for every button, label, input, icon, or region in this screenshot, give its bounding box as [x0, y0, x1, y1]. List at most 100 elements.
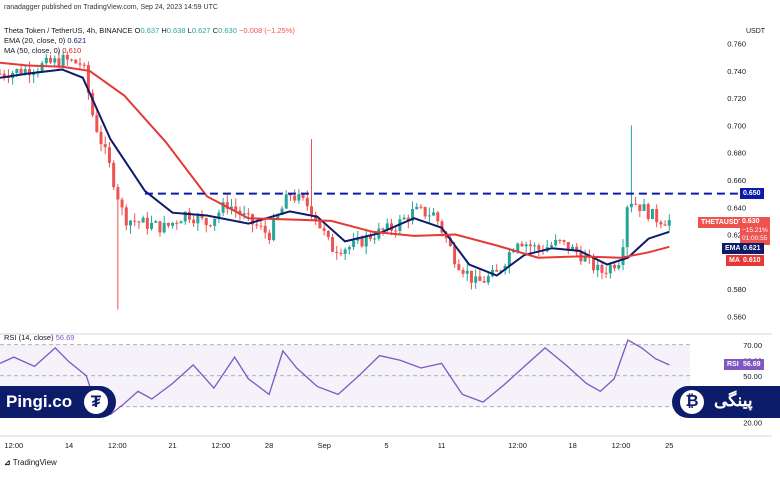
candle-body [554, 239, 558, 246]
candle-body [604, 272, 608, 274]
price-tick-label: 0.660 [727, 176, 746, 185]
publisher-line: ranadagger published on TradingView.com,… [4, 4, 218, 11]
candle-body [461, 269, 465, 274]
candle-body [625, 207, 629, 248]
candle-body [19, 68, 23, 75]
candle-body [82, 64, 86, 66]
candle-body [642, 204, 646, 211]
candle-body [381, 228, 385, 230]
candle-body [175, 222, 179, 224]
candle-body [507, 252, 511, 266]
symbol-name: Theta Token / TetherUS, 4h, BINANCE [4, 26, 133, 35]
candle-body [120, 199, 124, 208]
candle-body [95, 115, 99, 132]
ma-value-tag: 0.610 [740, 255, 764, 266]
time-tick-label: 25 [665, 441, 673, 450]
candle-body [284, 194, 288, 209]
candle-body [141, 217, 145, 223]
candle-body [549, 245, 553, 248]
time-tick-label: 12:00 [612, 441, 631, 450]
price-tick-label: 0.560 [727, 312, 746, 321]
candle-body [297, 194, 301, 201]
candle-body [634, 203, 638, 205]
footer-text: TradingView [12, 458, 57, 467]
candle-body [613, 264, 617, 269]
candle-body [419, 206, 423, 208]
price-chart: 0.5600.5800.6000.6200.6400.6600.6800.700… [0, 40, 772, 450]
time-tick-label: 12:00 [108, 441, 127, 450]
candle-body [15, 68, 19, 73]
price-tick-label: 0.740 [727, 67, 746, 76]
candle-body [394, 230, 398, 232]
candle-body [352, 240, 356, 248]
candle-body [128, 220, 132, 226]
brand-name: Pingi.co [6, 392, 73, 411]
rsi-value-tag: 56.69 [740, 359, 764, 370]
candle-body [70, 59, 74, 61]
rsi-tick-label: 70.00 [743, 341, 762, 350]
candle-body [154, 221, 158, 223]
candle-body [402, 217, 406, 220]
candle-body [74, 59, 78, 64]
candle-body [638, 204, 642, 211]
rsi-legend: RSI (14, close) 56.69 [4, 333, 75, 342]
price-tick-label: 0.760 [727, 40, 746, 49]
rsi-tick-label: 20.00 [743, 418, 762, 427]
candle-body [457, 264, 461, 270]
currency-label: USDT [746, 28, 766, 35]
candle-body [137, 221, 141, 223]
candle-body [373, 238, 377, 240]
candle-body [469, 270, 473, 283]
candle-body [432, 212, 436, 216]
price-tag: 0.630 −15.21% 01:00:55 [740, 217, 770, 245]
candle-body [528, 244, 532, 246]
candle-body [99, 131, 103, 145]
tradingview-footer: ⊿ TradingView [4, 458, 57, 467]
time-tick-label: 12:00 [508, 441, 527, 450]
candle-body [533, 245, 537, 247]
ohlc-change: −0.008 (−1.25%) [239, 26, 295, 35]
candle-body [179, 221, 183, 224]
candle-body [65, 54, 69, 60]
candle-body [331, 237, 335, 252]
candle-body [196, 215, 200, 224]
brand-banner-left: Pingi.co ₮ [0, 386, 116, 418]
ma-legend: MA (50, close, 0) 0.610 [4, 46, 82, 55]
candle-body [646, 204, 650, 220]
candle-body [465, 270, 469, 274]
time-axis: 12:00 14 12:00 21 12:00 28 Sep 5 11 12:00 18 12:00 2… [4, 441, 673, 450]
ohlc-o: O0.637 [134, 26, 160, 35]
candle-body [259, 225, 263, 227]
candle-body [486, 276, 490, 283]
brand-banner-right: ₿ پینگی [672, 386, 780, 418]
candle-body [116, 187, 120, 200]
candle-body [520, 243, 524, 247]
price-tick-label: 0.680 [727, 149, 746, 158]
time-tick-label: 14 [65, 441, 73, 450]
symbol-line: Theta Token / TetherUS, 4h, BINANCE O0.6… [4, 26, 295, 35]
candle-body [44, 57, 48, 64]
resistance-tag: 0.650 [740, 188, 764, 199]
candle-body [436, 212, 440, 222]
candle-body [596, 264, 600, 271]
candle-body [516, 243, 520, 251]
candle-body [255, 224, 259, 226]
candle-body [293, 195, 297, 201]
candle-body [343, 249, 347, 254]
candle-body [166, 222, 170, 226]
candle-body [335, 251, 339, 253]
candle-body [103, 144, 107, 148]
candle-body [655, 208, 659, 223]
candle-body [537, 245, 541, 250]
ohlc-h: H0.638 [161, 26, 186, 35]
candle-body [474, 276, 478, 283]
candle-body [326, 230, 330, 238]
price-axis: 0.5600.5800.6000.6200.6400.6600.6800.700… [727, 40, 746, 322]
candle-body [158, 221, 162, 233]
time-tick-label: Sep [318, 441, 331, 450]
candle-body [659, 222, 663, 225]
price-tick-label: 0.700 [727, 121, 746, 130]
symbol-tag: THETAUSDT [698, 217, 746, 228]
candle-body [482, 280, 486, 283]
candle-body [562, 240, 566, 242]
